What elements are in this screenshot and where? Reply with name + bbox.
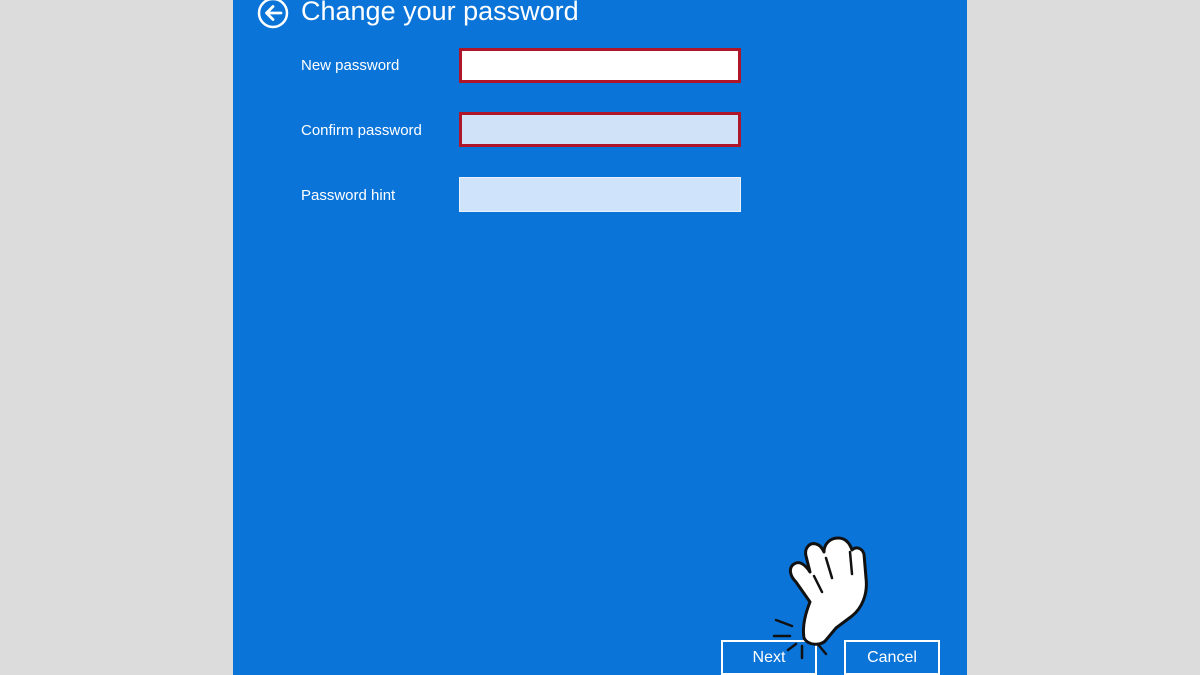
- next-button[interactable]: Next: [721, 640, 817, 675]
- confirm-password-label: Confirm password: [301, 122, 422, 139]
- password-hint-field[interactable]: [459, 177, 741, 212]
- new-password-label: New password: [301, 57, 400, 74]
- change-password-dialog: Change your password New password Confir…: [233, 0, 967, 675]
- confirm-password-field[interactable]: [459, 112, 741, 147]
- cancel-button[interactable]: Cancel: [844, 640, 940, 675]
- new-password-field[interactable]: [459, 48, 741, 83]
- page-title: Change your password: [301, 0, 579, 26]
- password-hint-label: Password hint: [301, 187, 396, 204]
- back-arrow-icon[interactable]: [257, 0, 289, 29]
